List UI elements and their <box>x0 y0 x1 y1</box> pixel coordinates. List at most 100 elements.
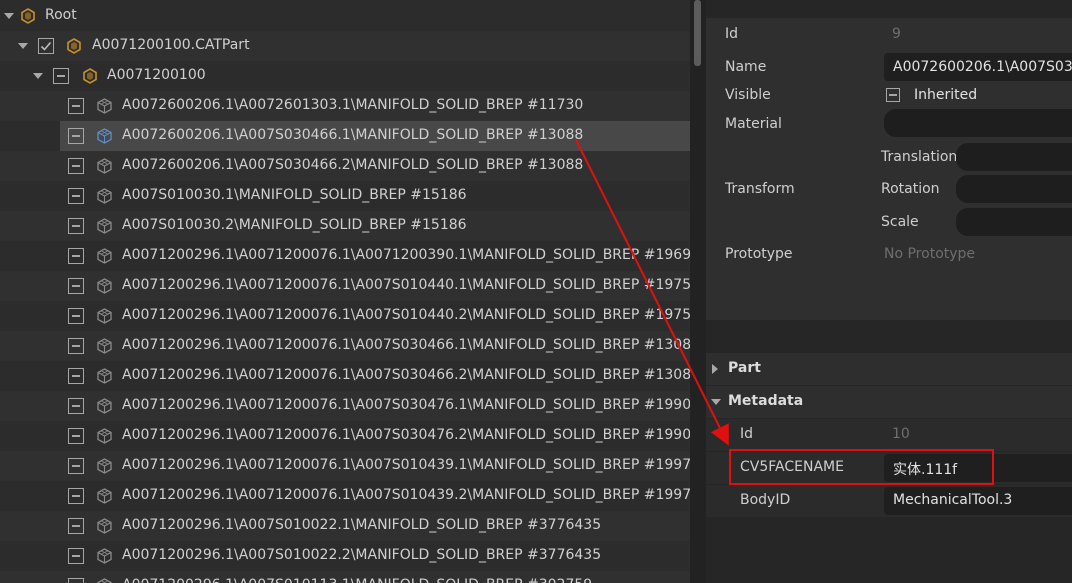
tree-label-body: A0071200296.1\A0071200076.1\A0071200390.… <box>122 247 690 263</box>
visibility-checkbox[interactable] <box>68 488 84 504</box>
visibility-checkbox[interactable] <box>68 458 84 474</box>
visibility-checkbox[interactable] <box>68 188 84 204</box>
meta-bodyid-value[interactable]: MechanicalTool.3 <box>893 492 1012 508</box>
prop-scale-label: Scale <box>881 214 919 230</box>
tree-row-body[interactable]: A0071200296.1\A0071200076.1\A007S030476.… <box>0 421 690 451</box>
scene-tree-panel: Root A0071200100.CATPart A0071200100 A00… <box>0 0 690 583</box>
prop-rotation-label: Rotation <box>881 181 940 197</box>
body-cube-icon <box>97 98 112 114</box>
body-cube-icon <box>97 428 112 444</box>
tree-row-body[interactable]: A0071200296.1\A0071200076.1\A007S010439.… <box>0 481 690 511</box>
tree-row-body[interactable]: A0071200296.1\A007S010113.1\MANIFOLD_SOL… <box>0 571 690 583</box>
tree-row-body[interactable]: A007S010030.2\MANIFOLD_SOLID_BREP #15186 <box>0 211 690 241</box>
body-cube-icon <box>97 248 112 264</box>
tree-label-body: A0072600206.1\A007S030466.2\MANIFOLD_SOL… <box>122 157 584 173</box>
translation-field[interactable] <box>956 143 1072 171</box>
body-cube-icon <box>97 368 112 384</box>
expand-caret-icon[interactable] <box>33 73 43 79</box>
section-part-header[interactable]: Part <box>706 353 1072 385</box>
section-part-title: Part <box>728 360 761 376</box>
tree-label-body: A0072600206.1\A007S030466.1\MANIFOLD_SOL… <box>122 127 584 143</box>
assembly-hex-icon <box>21 8 35 24</box>
body-cube-icon <box>97 338 112 354</box>
body-cube-icon <box>97 218 112 234</box>
visibility-checkbox[interactable] <box>68 548 84 564</box>
tree-row-body[interactable]: A0071200296.1\A0071200076.1\A007S010439.… <box>0 451 690 481</box>
tree-row-catpart[interactable]: A0071200100.CATPart <box>0 31 690 61</box>
tree-row-product[interactable]: A0071200100 <box>0 61 690 91</box>
meta-row-id: Id 10 <box>706 419 1072 451</box>
scrollbar-thumb[interactable] <box>694 0 701 66</box>
tree-row-body[interactable]: A0071200296.1\A0071200076.1\A007S010440.… <box>0 301 690 331</box>
tree-label-body: A0071200296.1\A007S010022.2\MANIFOLD_SOL… <box>122 547 602 563</box>
visibility-checkbox[interactable] <box>68 368 84 384</box>
body-cube-icon <box>97 158 112 174</box>
visibility-checkbox[interactable] <box>68 308 84 324</box>
tree-label-body: A0071200296.1\A0071200076.1\A007S030466.… <box>122 337 690 353</box>
expand-caret-icon[interactable] <box>18 43 28 49</box>
tree-label-body: A007S010030.2\MANIFOLD_SOLID_BREP #15186 <box>122 217 467 233</box>
tree-label-product: A0071200100 <box>107 67 206 83</box>
collapse-caret-icon[interactable] <box>712 364 718 374</box>
material-field[interactable] <box>884 109 1072 137</box>
body-cube-icon <box>97 548 112 564</box>
body-cube-icon <box>97 578 112 583</box>
prop-material-label: Material <box>725 116 782 132</box>
tree-row-body[interactable]: A0072600206.1\A007S030466.2\MANIFOLD_SOL… <box>0 151 690 181</box>
prop-visible-label: Visible <box>725 87 771 103</box>
tree-label-body: A0072600206.1\A0072601303.1\MANIFOLD_SOL… <box>122 97 584 113</box>
visibility-checkbox[interactable] <box>68 398 84 414</box>
tree-row-body[interactable]: A0071200296.1\A0071200076.1\A0071200390.… <box>0 241 690 271</box>
visibility-checkbox[interactable] <box>68 338 84 354</box>
prop-id-label: Id <box>725 26 739 42</box>
expand-caret-icon[interactable] <box>4 13 14 19</box>
prop-prototype-value: No Prototype <box>884 246 976 262</box>
tree-row-body[interactable]: A0071200296.1\A007S010022.1\MANIFOLD_SOL… <box>0 511 690 541</box>
tree-label-body: A0071200296.1\A007S010113.1\MANIFOLD_SOL… <box>122 577 592 583</box>
visible-checkbox[interactable] <box>886 88 900 102</box>
tree-row-body[interactable]: A0072600206.1\A007S030466.1\MANIFOLD_SOL… <box>0 121 690 151</box>
tree-label-body: A0071200296.1\A0071200076.1\A007S030476.… <box>122 427 690 443</box>
tree-label-body: A0071200296.1\A0071200076.1\A007S030476.… <box>122 397 690 413</box>
visibility-checkbox[interactable] <box>68 158 84 174</box>
tree-label-body: A0071200296.1\A0071200076.1\A007S010439.… <box>122 487 690 503</box>
node-properties: Id 9 Name A0072600206.1\A007S0304 Visibl… <box>706 18 1072 320</box>
meta-id-label: Id <box>740 426 754 442</box>
tree-row-body[interactable]: A0071200296.1\A007S010022.2\MANIFOLD_SOL… <box>0 541 690 571</box>
assembly-hex-icon <box>67 38 81 54</box>
prop-name-value[interactable]: A0072600206.1\A007S0304 <box>893 59 1072 75</box>
prop-translation-label: Translation <box>881 149 958 165</box>
tree-row-body[interactable]: A007S010030.1\MANIFOLD_SOLID_BREP #15186 <box>0 181 690 211</box>
scale-field[interactable] <box>956 208 1072 236</box>
meta-id-value: 10 <box>892 426 910 442</box>
prop-id-value: 9 <box>892 26 901 42</box>
visibility-checkbox[interactable] <box>68 518 84 534</box>
section-metadata-header[interactable]: Metadata <box>706 386 1072 418</box>
visibility-checkbox[interactable] <box>53 68 69 84</box>
tree-label-body: A0071200296.1\A0071200076.1\A007S010439.… <box>122 457 690 473</box>
tree-scrollbar[interactable] <box>690 0 706 583</box>
body-cube-icon <box>97 308 112 324</box>
visibility-checkbox[interactable] <box>68 278 84 294</box>
tree-row-body[interactable]: A0071200296.1\A0071200076.1\A007S030466.… <box>0 331 690 361</box>
tree-row-body[interactable]: A0071200296.1\A0071200076.1\A007S010440.… <box>0 271 690 301</box>
body-cube-icon <box>97 278 112 294</box>
visibility-checkbox[interactable] <box>68 578 84 583</box>
tree-row-body[interactable]: A0071200296.1\A0071200076.1\A007S030466.… <box>0 361 690 391</box>
visibility-checkbox[interactable] <box>68 128 84 144</box>
visibility-checkbox[interactable] <box>68 428 84 444</box>
tree-label-body: A0071200296.1\A007S010022.1\MANIFOLD_SOL… <box>122 517 602 533</box>
annotation-highlight-box <box>729 449 994 485</box>
expand-caret-icon[interactable] <box>711 399 721 405</box>
rotation-field[interactable] <box>956 175 1072 203</box>
assembly-hex-icon <box>83 68 97 84</box>
visibility-checkbox[interactable] <box>38 38 54 54</box>
prop-name-label: Name <box>725 59 767 75</box>
tree-row-body[interactable]: A0071200296.1\A0071200076.1\A007S030476.… <box>0 391 690 421</box>
tree-row-body[interactable]: A0072600206.1\A0072601303.1\MANIFOLD_SOL… <box>0 91 690 121</box>
visibility-checkbox[interactable] <box>68 98 84 114</box>
body-cube-icon <box>97 458 112 474</box>
visibility-checkbox[interactable] <box>68 218 84 234</box>
visibility-checkbox[interactable] <box>68 248 84 264</box>
tree-row-root[interactable]: Root <box>0 1 690 31</box>
